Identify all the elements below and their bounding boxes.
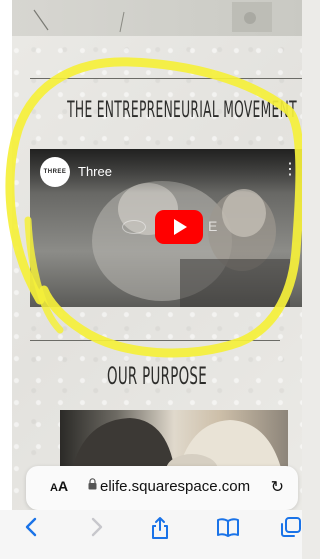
tabs-button[interactable] [280, 516, 302, 544]
channel-name[interactable]: Three [78, 164, 112, 179]
share-icon [152, 517, 168, 539]
aa-big: A [57, 478, 69, 494]
url-text[interactable]: elife.squarespace.com [100, 478, 250, 495]
forward-button[interactable] [90, 516, 104, 544]
divider-middle [30, 340, 280, 341]
divider-top [30, 78, 302, 79]
back-button[interactable] [24, 516, 38, 544]
lock-icon [88, 478, 97, 490]
kebab-icon[interactable]: ⋮ [282, 162, 298, 178]
chevron-right-icon [91, 517, 103, 537]
channel-avatar[interactable]: THREE [40, 157, 70, 187]
share-button[interactable] [150, 516, 170, 546]
bookmarks-button[interactable] [216, 516, 240, 544]
video-header-shade [30, 149, 302, 193]
channel-avatar-text: THREE [43, 169, 67, 175]
play-icon [174, 219, 187, 235]
tabs-icon [281, 517, 301, 537]
video-title-partial: E [208, 218, 218, 234]
aa-small: A [50, 482, 58, 494]
section-heading-movement: THE ENTREPRENEURIAL MOVEMENT [67, 98, 297, 123]
watermark-logo-icon [122, 220, 146, 234]
chevron-left-icon [25, 517, 37, 537]
left-margin [0, 0, 12, 559]
top-image-art [33, 2, 272, 33]
reader-aa-button[interactable]: AA [50, 478, 68, 494]
safari-toolbar [0, 510, 302, 559]
youtube-embed[interactable]: THREE Three ⋮ E [30, 149, 302, 307]
book-icon [217, 518, 239, 537]
address-bar[interactable]: AA elife.squarespace.com ↻ [26, 466, 298, 510]
reload-icon[interactable]: ↻ [271, 477, 284, 497]
section-heading-purpose: OUR PURPOSE [106, 362, 208, 390]
youtube-play-button[interactable] [155, 210, 203, 244]
top-image-strip [12, 0, 302, 36]
